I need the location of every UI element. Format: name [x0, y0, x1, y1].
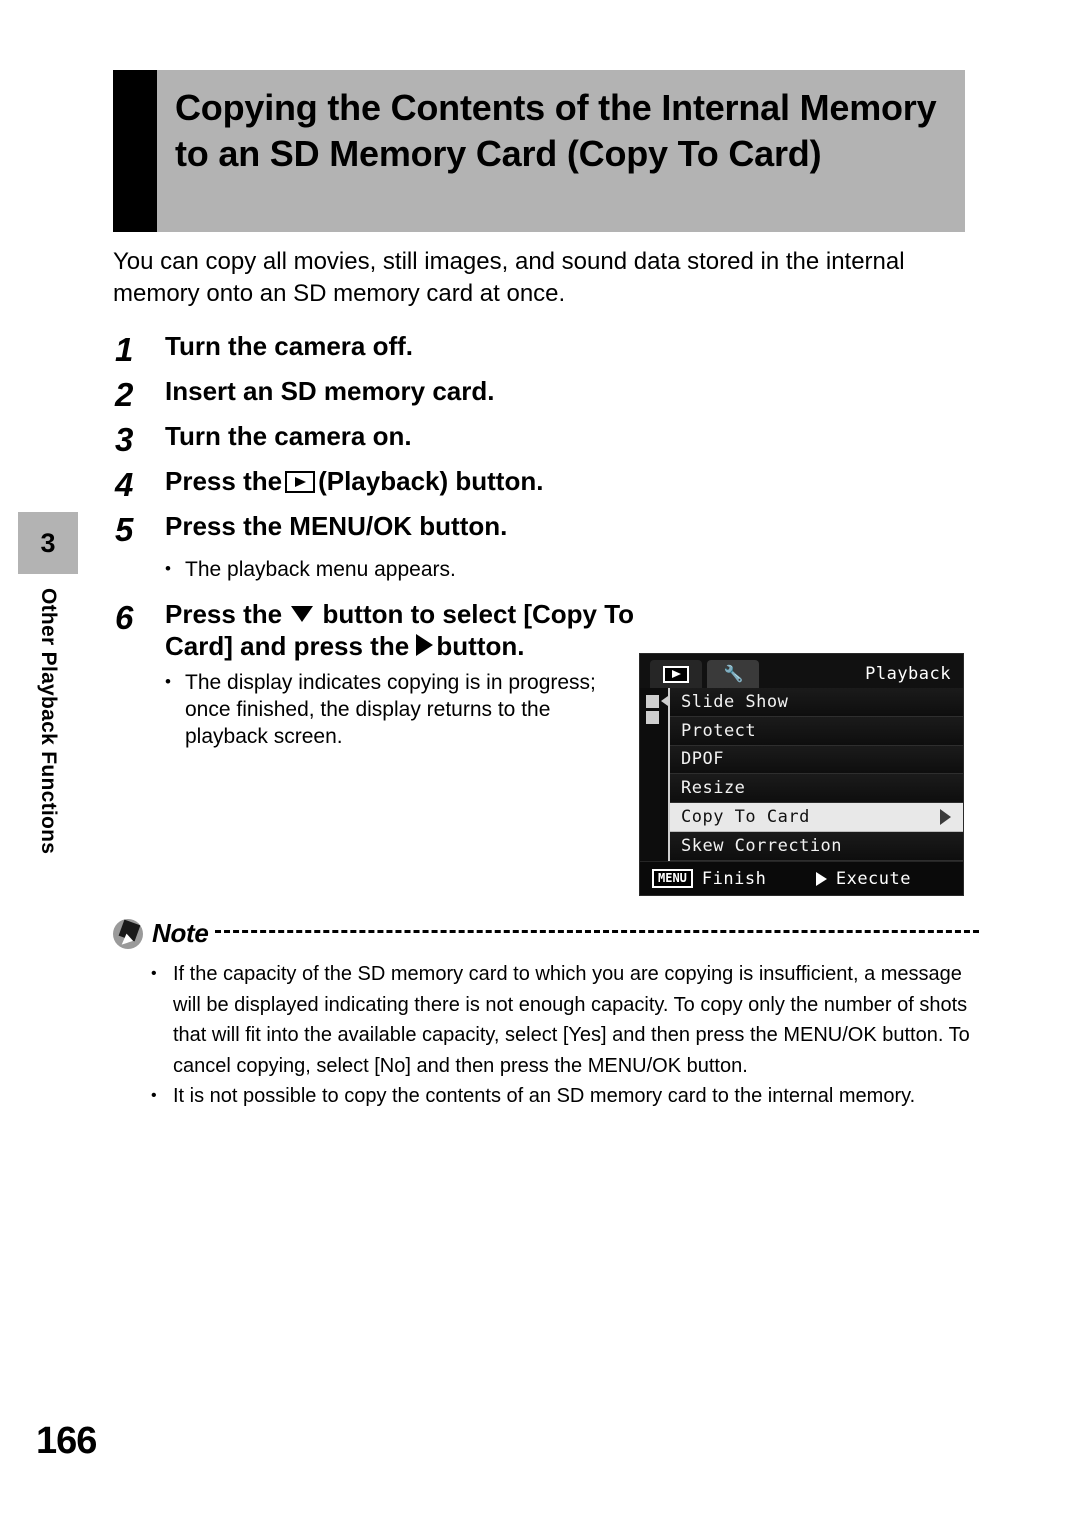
menu-button-chip: MENU — [652, 868, 693, 889]
chapter-number: 3 — [18, 512, 78, 574]
page-title: Copying the Contents of the Internal Mem… — [175, 87, 937, 175]
section-header: Copying the Contents of the Internal Mem… — [113, 70, 965, 232]
note-bullet-item: • It is not possible to copy the content… — [151, 1081, 979, 1112]
menu-item-resize[interactable]: Resize — [670, 774, 963, 804]
rail-marker-next — [646, 711, 659, 724]
camera-lcd-screenshot: 🔧 Playback Slide Show Protect DPOF Resiz… — [639, 653, 964, 896]
step-5: 5 Press the MENU/OK button. — [113, 511, 979, 550]
step-number: 4 — [115, 466, 134, 504]
step-text-a: Press the — [165, 599, 283, 630]
note-bullet-text: If the capacity of the SD memory card to… — [173, 963, 970, 1077]
chevron-right-icon — [940, 809, 951, 826]
menu-item-protect[interactable]: Protect — [670, 716, 963, 746]
note-title: Note — [152, 918, 209, 948]
step-text: Press the button to select [Copy To Card… — [165, 599, 635, 662]
chapter-side-tab: 3 Other Playback Functions — [18, 512, 78, 854]
step-text-after: (Playback) button. — [318, 466, 544, 497]
intro-paragraph: You can copy all movies, still images, a… — [113, 248, 905, 307]
menu-item-copy-to-card[interactable]: Copy To Card — [670, 803, 963, 832]
bullet-text: The playback menu appears. — [185, 558, 456, 582]
lcd-execute-group: Execute — [815, 868, 911, 889]
step-4: 4 Press the (Playback) button. — [113, 466, 979, 505]
playback-icon — [285, 471, 316, 494]
step-1: 1 Turn the camera off. — [113, 331, 979, 370]
bullet-dot: • — [165, 559, 171, 579]
step-text-before: Press the — [165, 466, 283, 497]
rail-marker-current — [646, 695, 668, 708]
step-2: 2 Insert an SD memory card. — [113, 376, 979, 415]
bullet-item: • The playback menu appears. — [165, 556, 979, 583]
step-text: Turn the camera on. — [165, 421, 412, 452]
menu-item-label: Skew Correction — [681, 835, 843, 856]
down-arrow-icon — [291, 606, 314, 623]
menu-item-label: DPOF — [681, 749, 724, 770]
lcd-menu-list: Slide Show Protect DPOF Resize Copy To C… — [668, 688, 963, 861]
bullet-dot: • — [151, 965, 157, 982]
step-number: 5 — [115, 511, 134, 549]
menu-item-label: Slide Show — [681, 691, 789, 712]
header-black-tab — [113, 70, 157, 232]
step-text: Press the MENU/OK button. — [165, 511, 508, 542]
step-text-c: button. — [436, 631, 525, 662]
lcd-tab-bar: 🔧 Playback — [640, 654, 963, 688]
step-text: Insert an SD memory card. — [165, 376, 495, 407]
right-arrow-icon — [416, 634, 434, 657]
bullet-dot: • — [151, 1087, 157, 1105]
lcd-footer-bar: MENU Finish Execute — [640, 861, 963, 895]
step-number: 3 — [115, 421, 134, 459]
lcd-tab-setup[interactable]: 🔧 — [707, 660, 759, 688]
step-number: 6 — [115, 599, 134, 637]
lcd-finish-label: Finish — [701, 868, 767, 889]
menu-item-skew-correction[interactable]: Skew Correction — [670, 831, 963, 861]
bullet-text: The display indicates copying is in prog… — [185, 670, 596, 749]
page-number: 166 — [36, 1420, 97, 1462]
chapter-label: Other Playback Functions — [37, 588, 60, 855]
lcd-mode-label: Playback — [865, 664, 951, 684]
bullet-dot: • — [165, 671, 171, 691]
right-arrow-icon — [815, 871, 827, 886]
step-number: 2 — [115, 376, 134, 414]
lcd-page-rail — [640, 688, 668, 861]
step-text: Turn the camera off. — [165, 331, 414, 362]
step-number: 1 — [115, 331, 134, 369]
note-header: Note — [113, 918, 979, 949]
lcd-menu-area: Slide Show Protect DPOF Resize Copy To C… — [640, 688, 963, 861]
step-5-bullets: • The playback menu appears. — [113, 556, 979, 583]
menu-item-slide-show[interactable]: Slide Show — [670, 688, 963, 717]
note-bullet-text: It is not possible to copy the contents … — [173, 1085, 916, 1108]
setup-tools-tab-icon: 🔧 — [723, 664, 744, 683]
pencil-note-icon — [113, 918, 143, 949]
lcd-execute-label: Execute — [835, 868, 911, 889]
menu-item-dpof[interactable]: DPOF — [670, 745, 963, 775]
step-text: Press the (Playback) button. — [165, 466, 979, 498]
note-bullet-item: • If the capacity of the SD memory card … — [151, 959, 979, 1081]
note-dashed-rule — [214, 930, 979, 933]
step-3: 3 Turn the camera on. — [113, 421, 979, 460]
menu-item-label: Resize — [681, 778, 746, 799]
menu-item-label: Protect — [681, 720, 757, 741]
lcd-tab-playback[interactable] — [650, 660, 702, 688]
menu-item-label: Copy To Card — [681, 807, 810, 828]
note-body: • If the capacity of the SD memory card … — [113, 959, 979, 1112]
note-section: Note • If the capacity of the SD memory … — [113, 918, 979, 1112]
playback-tab-icon — [663, 665, 689, 683]
